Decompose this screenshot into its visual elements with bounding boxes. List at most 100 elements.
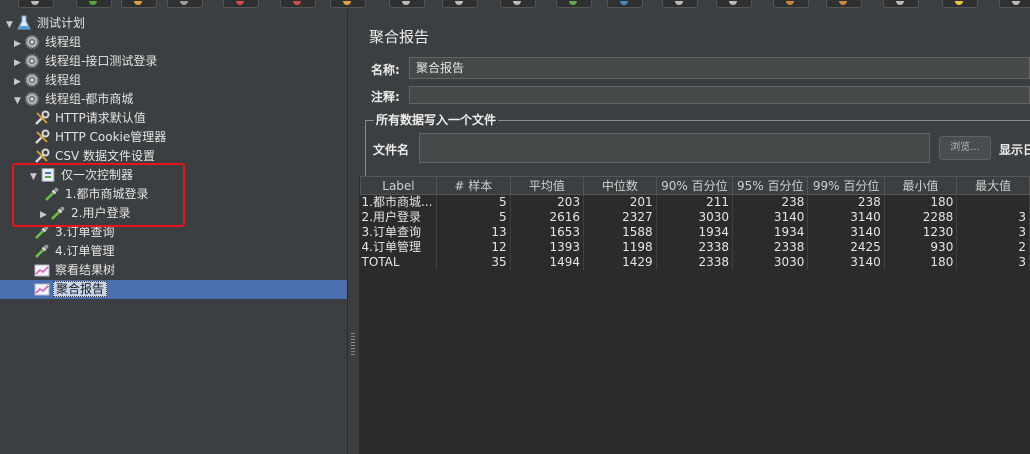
column-header[interactable]: Label: [360, 176, 437, 195]
tree-item[interactable]: HTTP Cookie管理器: [0, 128, 168, 147]
tree-item[interactable]: ▶ 线程组: [0, 71, 83, 90]
tree-item[interactable]: HTTP请求默认值: [0, 109, 148, 128]
help-button[interactable]: [999, 0, 1030, 8]
tree-item[interactable]: ▼ 仅一次控制器: [0, 166, 135, 185]
tree-item-label: 2.用户登录: [71, 206, 131, 220]
stop-button[interactable]: [662, 0, 698, 8]
table-cell: 3140: [732, 210, 809, 225]
shutdown-button[interactable]: [716, 0, 752, 8]
table-cell: 1934: [732, 225, 809, 240]
tree-item[interactable]: ▼ 测试计划: [0, 14, 87, 33]
stop-icon: [675, 1, 683, 5]
table-cell: 5: [436, 194, 511, 210]
chart-icon: [34, 281, 50, 297]
tree-item-label: 线程组: [45, 73, 82, 87]
table-cell: 238: [732, 194, 809, 210]
column-header[interactable]: 99% 百分位: [807, 176, 885, 195]
row-label-cell: 4.订单管理: [360, 240, 437, 255]
table-cell: 13: [436, 225, 511, 240]
tree-item[interactable]: 3.订单查询: [0, 223, 116, 242]
comment-label: 注释:: [371, 90, 400, 104]
toggle-button[interactable]: [500, 0, 536, 8]
table-row[interactable]: 3.订单查询 13 1653 1588 1934 1934 3140 1230 3: [360, 225, 1030, 240]
table-row[interactable]: 1.都市商城... 5 203 201 211 238 238 180: [360, 194, 1030, 210]
expand-button[interactable]: [389, 0, 425, 8]
column-header[interactable]: 最大值: [956, 176, 1030, 195]
column-header[interactable]: 中位数: [583, 176, 657, 195]
column-header[interactable]: # 样本: [435, 176, 511, 195]
tree-item[interactable]: 察看结果树: [0, 261, 117, 280]
tree-item[interactable]: 1.都市商城登录: [0, 185, 150, 204]
start-no-pause-icon: [620, 1, 628, 5]
table-cell: 35: [436, 255, 511, 270]
tree-item[interactable]: ▼ 线程组-都市商城: [0, 90, 135, 109]
new-plan-button[interactable]: [18, 0, 54, 8]
help-icon: [1012, 1, 1020, 5]
tree-item-label: 线程组: [45, 35, 82, 49]
gear-icon: [24, 91, 40, 107]
table-cell: 1429: [583, 255, 657, 270]
comment-field[interactable]: [409, 86, 1030, 104]
tree-item-label: 仅一次控制器: [61, 168, 134, 182]
filename-field[interactable]: [419, 133, 930, 163]
search-button[interactable]: [883, 0, 919, 8]
row-label-cell: 2.用户登录: [360, 210, 437, 225]
name-field[interactable]: 聚合报告: [409, 57, 1030, 79]
table-cell: 3140: [807, 255, 885, 270]
table-row[interactable]: 4.订单管理 12 1393 1198 2338 2338 2425 930 2: [360, 240, 1030, 255]
test-plan-tree[interactable]: ▼ 测试计划 ▶ 线程组 ▶ 线程组-接口测试登录 ▶ 线程组 ▼ 线程组-都市商城 HTTP请求默…: [0, 10, 376, 454]
open-button[interactable]: [121, 0, 157, 8]
table-cell: 238: [807, 194, 885, 210]
aggregate-report-panel: 聚合报告 名称: 聚合报告 注释: 所有数据写入一个文件 文件名 浏览... 显…: [359, 10, 1030, 454]
tree-item[interactable]: 聚合报告: [0, 280, 376, 299]
table-cell: 3030: [656, 210, 733, 225]
table-cell: 2616: [510, 210, 585, 225]
display-only-label[interactable]: 显示日: [999, 141, 1030, 158]
table-row[interactable]: TOTAL 35 1494 1429 2338 3030 3140 180 3: [360, 255, 1030, 270]
table-cell: 1393: [510, 240, 585, 255]
controller-icon: [40, 167, 56, 183]
function-helper-button[interactable]: [942, 0, 978, 8]
shutdown-icon: [729, 1, 737, 5]
collapse-button[interactable]: [442, 0, 478, 8]
table-cell: 5: [436, 210, 511, 225]
start-no-pause-button[interactable]: [607, 0, 643, 8]
paste-button[interactable]: [330, 0, 366, 8]
table-row[interactable]: 2.用户登录 5 2616 2327 3030 3140 3140 2288 3: [360, 210, 1030, 225]
gear-icon: [24, 34, 40, 50]
table-cell: 203: [510, 194, 585, 210]
test-plan-icon: [16, 15, 32, 31]
tree-item[interactable]: ▶ 线程组-接口测试登录: [0, 52, 159, 71]
table-cell: 1494: [510, 255, 585, 270]
start-icon: [569, 1, 577, 5]
column-header[interactable]: 平均值: [509, 176, 585, 195]
tree-item-label: 线程组-接口测试登录: [45, 54, 158, 68]
results-table-area: Label # 样本 平均值 中位数 90% 百分位 95% 百分位 99% 百分位 最小值最…: [359, 176, 1030, 454]
splitter-grip[interactable]: [351, 333, 355, 355]
column-header[interactable]: 95% 百分位: [731, 176, 809, 195]
wrench-icon: [34, 129, 50, 145]
start-button[interactable]: [556, 0, 592, 8]
tree-item[interactable]: CSV 数据文件设置: [0, 147, 157, 166]
table-cell: 1588: [583, 225, 657, 240]
templates-button[interactable]: [76, 0, 112, 8]
clear-all-icon: [839, 1, 847, 5]
table-cell: 2338: [656, 240, 733, 255]
browse-button[interactable]: 浏览...: [939, 136, 991, 160]
clear-button[interactable]: [773, 0, 809, 8]
copy-button[interactable]: [280, 0, 316, 8]
tree-item[interactable]: 4.订单管理: [0, 242, 116, 261]
expand-icon: [402, 1, 410, 5]
tree-item-label: 4.订单管理: [55, 244, 115, 258]
table-cell: 2288: [884, 210, 958, 225]
table-cell: 3140: [807, 210, 885, 225]
clear-all-button[interactable]: [826, 0, 862, 8]
cut-button[interactable]: [223, 0, 259, 8]
results-table: Label # 样本 平均值 中位数 90% 百分位 95% 百分位 99% 百分位 最小值最…: [360, 176, 1030, 270]
tree-item[interactable]: ▶ 线程组: [0, 33, 83, 52]
save-button[interactable]: [167, 0, 203, 8]
pipette-icon: [34, 243, 50, 259]
column-header[interactable]: 90% 百分位: [655, 176, 733, 195]
tree-item[interactable]: ▶ 2.用户登录: [0, 204, 132, 223]
column-header[interactable]: 最小值: [883, 176, 958, 195]
